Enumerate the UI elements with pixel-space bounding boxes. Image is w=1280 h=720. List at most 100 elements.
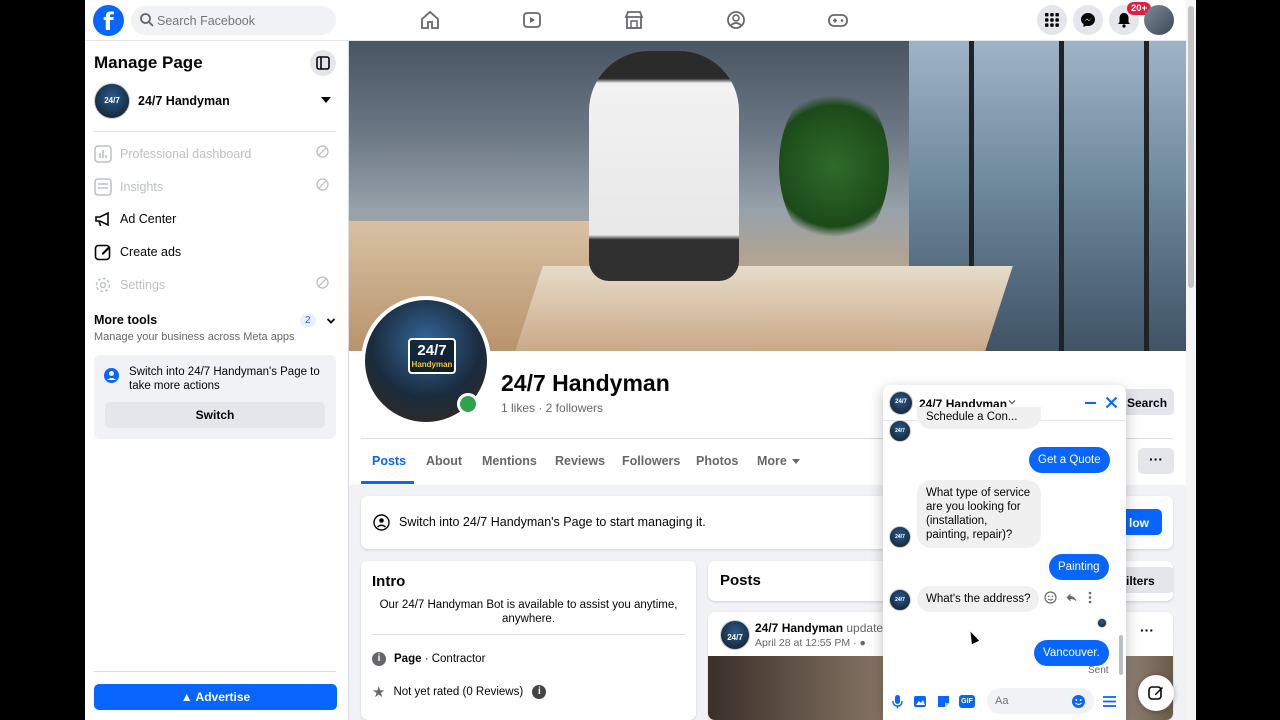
tab-photos[interactable]: Photos [696, 454, 738, 468]
chevron-down-icon[interactable] [1008, 398, 1016, 406]
sidebar-item-settings[interactable]: Settings [94, 272, 339, 298]
message-avatar: 24/7 [889, 589, 911, 611]
more-tools-title[interactable]: More tools [94, 313, 157, 327]
more-vertical-icon[interactable] [1088, 591, 1092, 604]
search-box[interactable] [131, 6, 336, 35]
marketplace-icon[interactable] [623, 9, 645, 31]
sidebar-item-ad-center[interactable]: Ad Center [94, 206, 339, 232]
caret-down-icon [791, 459, 800, 465]
sidebar-item-label: Settings [120, 278, 166, 292]
photo-icon[interactable] [913, 694, 928, 709]
handyman-logo: 24/7 Handyman [408, 338, 456, 374]
page-title: 24/7 Handyman [501, 370, 670, 396]
insights-icon [94, 178, 112, 196]
microphone-icon[interactable] [890, 694, 905, 709]
sidebar-item-professional-dashboard[interactable]: Professional dashboard [94, 141, 339, 167]
post-author-avatar[interactable]: 24/7 [720, 620, 750, 650]
emoji-icon[interactable] [1071, 694, 1086, 709]
megaphone-icon: ▲ [180, 690, 193, 704]
megaphone-icon [95, 211, 109, 227]
star-icon: ★ [372, 684, 386, 701]
page-stats[interactable]: 1 likes · 2 followers [501, 401, 603, 415]
account-avatar[interactable] [1144, 5, 1174, 35]
gaming-icon[interactable] [827, 9, 849, 31]
posts-title: Posts [720, 572, 761, 589]
caret-down-icon [321, 97, 331, 103]
page-selector-name: 24/7 Handyman [138, 94, 230, 108]
bell-icon [1118, 13, 1130, 28]
chat-scrollbar[interactable] [1119, 635, 1123, 675]
cover-photo[interactable] [349, 41, 1186, 351]
menu-grid-button[interactable] [1037, 5, 1067, 35]
cover-plant [779, 81, 889, 251]
more-tools-count: 2 [300, 314, 316, 327]
tab-followers[interactable]: Followers [622, 454, 680, 468]
react-icon[interactable] [1044, 591, 1057, 604]
message-avatar: 24/7 [889, 420, 911, 442]
restricted-icon [316, 178, 329, 191]
search-input[interactable] [157, 6, 332, 35]
globe-icon: ● [859, 637, 866, 649]
gif-icon[interactable]: GIF [959, 695, 975, 708]
page-scrollbar[interactable] [1186, 0, 1196, 720]
dashboard-icon [94, 145, 112, 163]
sidebar-toggle-icon [316, 56, 330, 70]
grid-icon [1045, 13, 1059, 27]
home-icon[interactable] [419, 9, 441, 31]
intro-card: Intro Our 24/7 Handyman Bot is available… [361, 561, 696, 720]
messenger-button[interactable] [1073, 5, 1103, 35]
switch-now-button[interactable]: low [1121, 509, 1162, 535]
facebook-window: f 20+ Manage Page 24/7 24/7 Handyman [85, 0, 1196, 720]
divider [372, 634, 685, 635]
switch-button[interactable]: Switch [105, 402, 325, 428]
menu-icon[interactable] [1102, 694, 1117, 709]
online-status-dot [457, 393, 479, 415]
tab-reviews[interactable]: Reviews [555, 454, 605, 468]
post-date[interactable]: April 28 at 12:55 PM · ● [755, 637, 866, 649]
search-icon [140, 13, 154, 27]
close-icon[interactable] [1105, 396, 1118, 409]
collapse-sidebar-button[interactable] [310, 50, 336, 76]
sidebar-title: Manage Page [94, 53, 203, 72]
message-avatar: 24/7 [889, 526, 911, 548]
profile-switch-icon [104, 368, 119, 383]
post-author[interactable]: 24/7 Handyman updated [755, 621, 890, 635]
advertise-button[interactable]: ▲ Advertise [94, 684, 337, 710]
sidebar-item-create-ads[interactable]: Create ads [94, 239, 339, 265]
tab-about[interactable]: About [426, 454, 462, 468]
reply-icon[interactable] [1065, 591, 1078, 604]
intro-category-row: i Page · Contractor [372, 652, 485, 666]
intro-rating-row: ★ Not yet rated (0 Reviews) i [372, 683, 554, 701]
tab-more[interactable]: More [757, 454, 800, 468]
page-selector[interactable]: 24/7 24/7 Handyman [94, 83, 339, 119]
sidebar-item-insights[interactable]: Insights [94, 174, 339, 200]
messenger-icon [1081, 13, 1095, 27]
chat-avatar: 24/7 [889, 391, 913, 415]
groups-icon[interactable] [725, 9, 747, 31]
intro-title: Intro [372, 573, 406, 590]
cover-person [589, 51, 739, 281]
divider [94, 671, 336, 672]
tab-posts[interactable]: Posts [372, 454, 406, 468]
info-icon: i [372, 652, 386, 666]
info-icon[interactable]: i [532, 685, 547, 699]
scrollbar-thumb[interactable] [1188, 6, 1194, 288]
sidebar-item-label: Professional dashboard [120, 147, 252, 161]
switch-profile-card: Switch into 24/7 Handyman's Page to take… [94, 355, 336, 439]
video-icon[interactable] [521, 9, 543, 31]
minimize-icon[interactable] [1085, 402, 1096, 404]
cover-desk [515, 266, 1013, 351]
sidebar-item-label: Insights [120, 180, 164, 194]
profile-switch-icon [373, 514, 390, 531]
gear-icon [95, 277, 111, 293]
facebook-logo[interactable]: f [93, 5, 124, 36]
more-tools-subtitle: Manage your business across Meta apps [94, 331, 295, 343]
restricted-icon [316, 145, 329, 158]
post-options-button[interactable]: ··· [1140, 622, 1154, 638]
sticker-icon[interactable] [936, 694, 951, 709]
chevron-down-icon[interactable] [326, 316, 336, 326]
tab-mentions[interactable]: Mentions [482, 454, 537, 468]
more-options-button[interactable]: ··· [1138, 448, 1174, 474]
message-bubble: Get a Quote [1029, 447, 1110, 473]
new-message-button[interactable] [1138, 675, 1174, 711]
